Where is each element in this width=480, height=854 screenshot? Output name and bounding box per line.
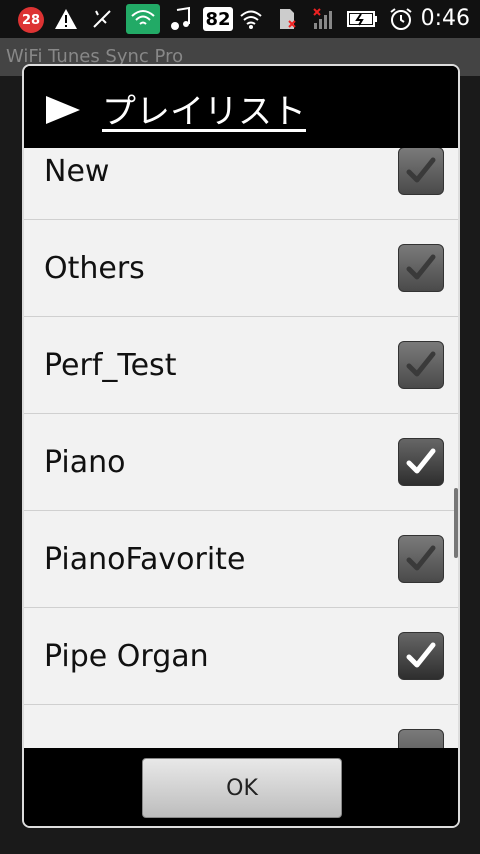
playlist-list[interactable]: New Others Perf_Test Piano PianoFavorite <box>24 148 458 748</box>
list-item-label: Pipe Organ <box>44 639 209 674</box>
playlist-dialog: プレイリスト New Others Perf_Test Piano PianoF… <box>22 64 460 828</box>
list-item-label: Perf_Test <box>44 348 177 383</box>
check-icon <box>406 254 436 280</box>
check-icon <box>406 642 436 668</box>
scrollbar[interactable] <box>454 488 458 558</box>
list-item[interactable]: New <box>24 148 458 220</box>
play-icon <box>46 96 80 124</box>
signal-icon <box>310 0 336 38</box>
checkbox[interactable] <box>398 632 444 680</box>
alarm-clock-icon <box>388 0 414 38</box>
status-bar: 28 82 0:46 <box>0 0 480 38</box>
checkbox[interactable] <box>398 341 444 389</box>
checkbox[interactable] <box>398 244 444 292</box>
notification-count-badge: 28 <box>18 7 44 33</box>
check-icon <box>406 157 436 183</box>
check-icon <box>406 351 436 377</box>
list-item[interactable]: Piano <box>24 414 458 511</box>
ok-button[interactable]: OK <box>142 758 342 818</box>
checkbox[interactable] <box>398 535 444 583</box>
sim-card-icon <box>274 0 300 38</box>
list-item-label: PianoFavorite <box>44 542 246 577</box>
checkbox[interactable] <box>398 438 444 486</box>
battery-charging-icon <box>346 0 380 38</box>
list-item-label: New <box>44 154 110 189</box>
list-item[interactable]: Others <box>24 220 458 317</box>
checkbox[interactable] <box>398 729 444 748</box>
dialog-title: プレイリスト <box>102 92 306 132</box>
list-item[interactable]: PianoFavorite <box>24 511 458 608</box>
list-item[interactable]: Perf_Test <box>24 317 458 414</box>
checkbox[interactable] <box>398 148 444 195</box>
warning-icon <box>52 0 80 38</box>
usb-icon <box>88 0 116 38</box>
shield-wifi-icon <box>126 4 160 34</box>
status-time: 0:46 <box>420 6 470 31</box>
check-icon <box>406 448 436 474</box>
music-note-icon <box>166 0 196 38</box>
list-item-label: Others <box>44 251 145 286</box>
wifi-icon <box>238 0 264 38</box>
battery-level-badge: 82 <box>203 7 233 31</box>
list-item[interactable]: Pipe Organ <box>24 608 458 705</box>
dialog-header: プレイリスト <box>24 66 458 150</box>
check-icon <box>406 545 436 571</box>
list-item-partial[interactable] <box>24 705 458 748</box>
list-item-label: Piano <box>44 445 126 480</box>
dialog-footer: OK <box>24 748 458 826</box>
